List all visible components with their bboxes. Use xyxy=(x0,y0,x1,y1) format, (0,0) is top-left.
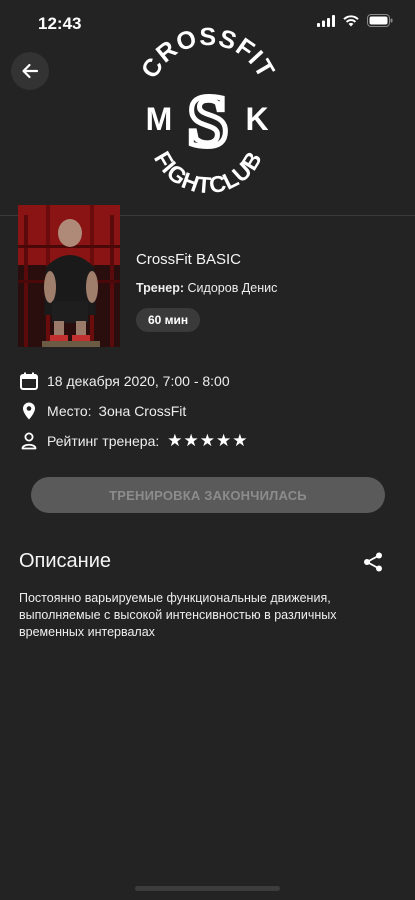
trainer-line: Тренер: Сидоров Денис xyxy=(136,281,277,295)
place-label: Место: xyxy=(47,403,92,419)
person-icon xyxy=(21,432,37,450)
workout-details: 18 декабря 2020, 7:00 - 8:00 Место: Зона… xyxy=(19,366,399,456)
header: CROSSFIT M S K FIGHTCLUB xyxy=(0,0,415,216)
share-icon[interactable] xyxy=(362,551,384,573)
logo-letter-middle: S xyxy=(187,81,228,163)
logo-top-text: CROSSFIT xyxy=(137,26,279,83)
workout-title: CrossFit BASIC xyxy=(136,251,242,268)
calendar-icon xyxy=(20,372,38,390)
description-title: Описание xyxy=(19,550,112,572)
back-button[interactable] xyxy=(11,52,49,90)
home-indicator[interactable] xyxy=(135,886,280,891)
trainer-label: Тренер: xyxy=(136,281,185,295)
duration-badge: 60 мин xyxy=(136,308,201,332)
location-pin-icon xyxy=(23,402,35,420)
svg-text:CROSSFIT: CROSSFIT xyxy=(137,26,279,83)
trainer-name: Сидоров Денис xyxy=(187,281,278,295)
rating-label: Рейтинг тренера: xyxy=(47,433,160,449)
logo-letter-left: M xyxy=(146,101,173,137)
crossfit-msk-logo: CROSSFIT M S K FIGHTCLUB xyxy=(137,26,279,198)
place-row: Место: Зона CrossFit xyxy=(19,396,399,426)
date-row: 18 декабря 2020, 7:00 - 8:00 xyxy=(19,366,399,396)
rating-stars: ★★★★★ xyxy=(167,431,249,450)
place-value: Зона CrossFit xyxy=(98,403,187,419)
date-text: 18 декабря 2020, 7:00 - 8:00 xyxy=(47,373,230,389)
rating-row: Рейтинг тренера: ★★★★★ xyxy=(19,426,399,456)
workout-finished-button[interactable]: ТРЕНИРОВКА ЗАКОНЧИЛАСЬ xyxy=(31,477,385,513)
description-text: Постоянно варьируемые функциональные дви… xyxy=(19,591,337,639)
trainer-photo xyxy=(18,205,120,347)
arrow-left-icon xyxy=(22,63,39,79)
logo-letter-right: K xyxy=(245,101,268,137)
